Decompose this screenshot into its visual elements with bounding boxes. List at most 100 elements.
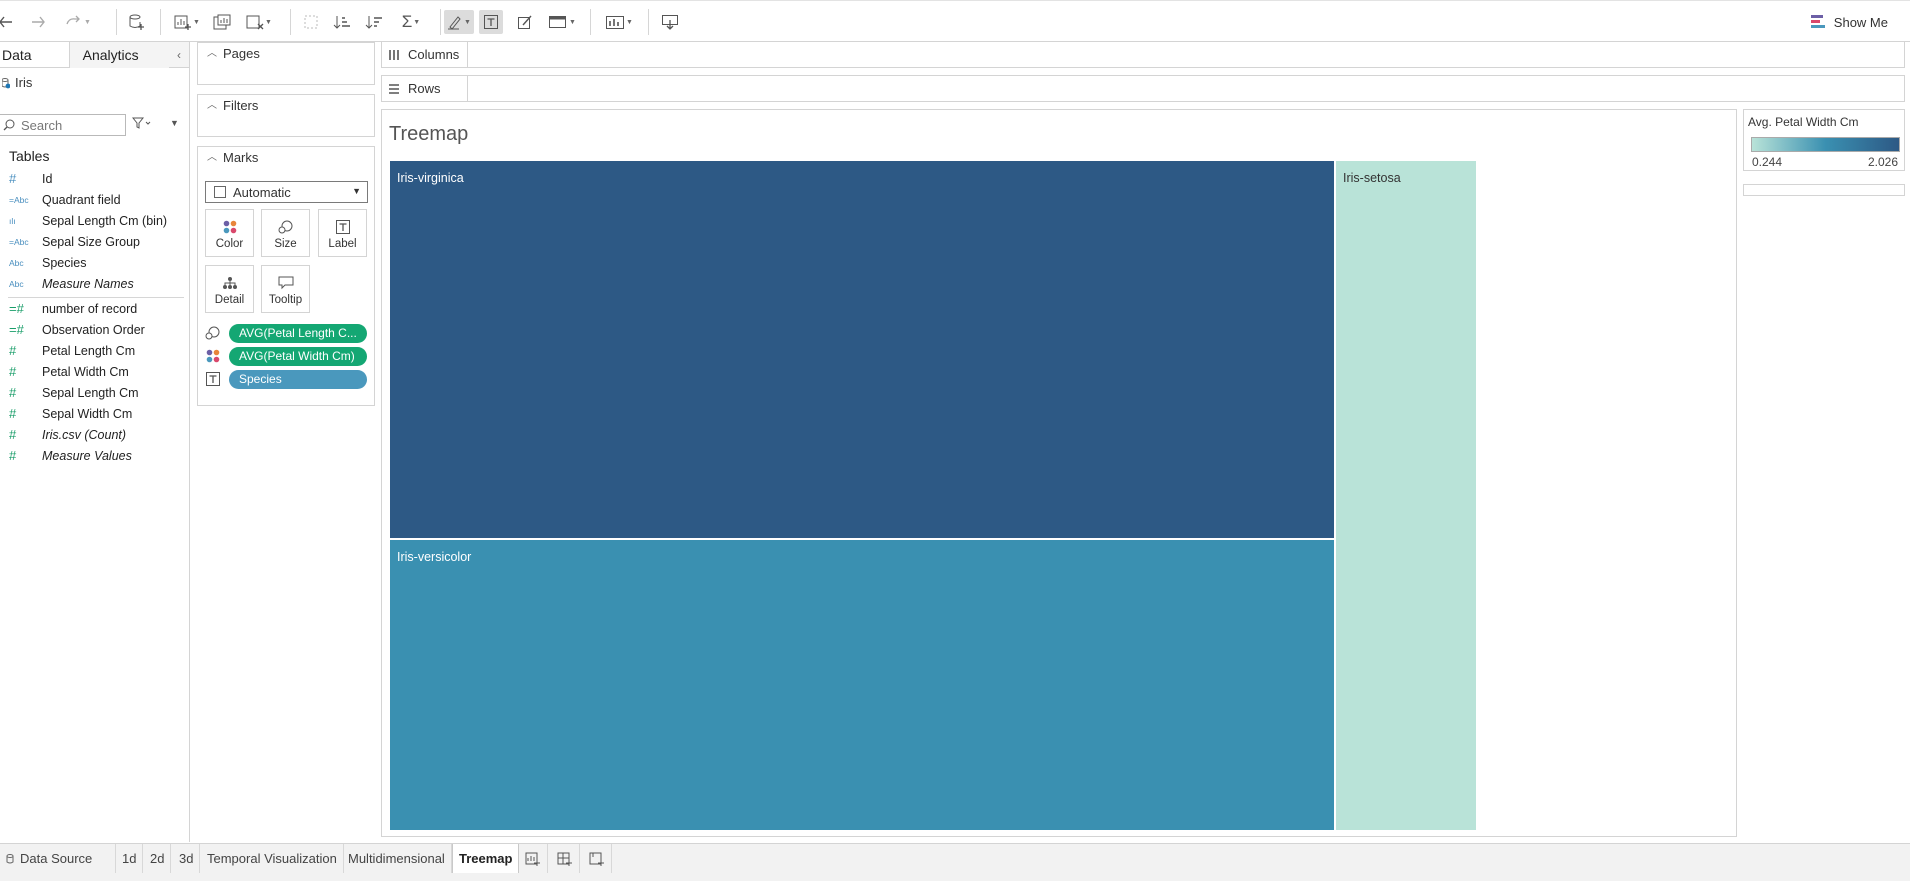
sheet-tab-3d[interactable]: 3d — [173, 844, 201, 873]
field-item[interactable]: Abc Measure Names — [0, 273, 190, 294]
new-worksheet-icon[interactable]: ▼ — [172, 10, 202, 34]
color-label: Color — [215, 238, 244, 250]
show-me-label: Show Me — [1833, 14, 1888, 30]
sheet-tab-multidimensional[interactable]: Multidimensional — [342, 844, 452, 873]
sort-ascending-icon[interactable] — [330, 10, 354, 34]
view-title: Treemap — [389, 123, 469, 145]
marks-title: Marks — [223, 150, 259, 165]
mark-type-select[interactable]: Automatic ▼ — [205, 181, 368, 203]
field-item[interactable]: ılı Sepal Length Cm (bin) — [0, 210, 190, 231]
size-pill[interactable]: AVG(Petal Length C... — [229, 323, 367, 343]
field-item[interactable]: # Id — [0, 168, 190, 189]
calculated-string-icon: =Abc — [9, 194, 29, 205]
sheet-tab-1d[interactable]: 1d — [116, 844, 144, 873]
presentation-mode-icon[interactable] — [658, 10, 682, 34]
label-encoding-icon — [206, 372, 220, 386]
highlight-icon[interactable]: ▼ — [444, 10, 474, 34]
color-icon — [223, 220, 236, 234]
replay-icon[interactable]: ▼ — [58, 10, 98, 34]
calculated-number-icon: =# — [9, 322, 24, 337]
data-source-tab[interactable]: Data Source — [0, 844, 116, 873]
treemap-tile[interactable]: Iris-virginica — [390, 161, 1335, 539]
legend-placeholder — [1743, 184, 1905, 196]
detail-button[interactable]: Detail — [205, 265, 254, 313]
label-button[interactable]: Label — [318, 209, 367, 257]
new-worksheet-tab-icon[interactable] — [518, 844, 548, 873]
collapse-pane-icon[interactable]: ‹ — [169, 42, 189, 67]
format-workbook-icon[interactable] — [513, 10, 537, 34]
treemap-chart: Iris-virginica Iris-versicolor Iris-seto… — [390, 161, 1476, 830]
tables-heading: Tables — [9, 148, 50, 164]
show-me-button[interactable]: Show Me — [1810, 11, 1888, 33]
new-story-tab-icon[interactable] — [582, 844, 612, 873]
collapse-chevron-icon[interactable]: ︿ — [207, 95, 217, 117]
collapse-chevron-icon[interactable]: ︿ — [207, 147, 217, 169]
pane-menu-icon[interactable]: ▼ — [170, 118, 179, 128]
label-label: Label — [328, 238, 357, 250]
tooltip-label: Tooltip — [268, 294, 303, 306]
filters-title: Filters — [223, 98, 259, 113]
new-data-source-icon[interactable] — [124, 10, 148, 34]
field-item[interactable]: Abc Species — [0, 252, 190, 273]
tab-analytics[interactable]: Analytics — [69, 42, 170, 68]
field-search-input[interactable]: Search — [0, 114, 126, 136]
field-item[interactable]: =# Observation Order — [0, 319, 190, 340]
new-dashboard-tab-icon[interactable] — [550, 844, 580, 873]
tab-data[interactable]: Data — [0, 42, 70, 68]
search-placeholder: Search — [21, 117, 63, 133]
field-item[interactable]: # Measure Values — [0, 445, 190, 466]
field-item[interactable]: =Abc Sepal Size Group — [0, 231, 190, 252]
field-item[interactable]: =Abc Quadrant field — [0, 189, 190, 210]
columns-shelf[interactable]: Columns — [381, 41, 1905, 68]
field-item[interactable]: # Iris.csv (Count) — [0, 424, 190, 445]
filter-fields-icon[interactable] — [131, 117, 152, 132]
treemap-tile[interactable]: Iris-versicolor — [390, 540, 1335, 830]
color-legend[interactable]: Avg. Petal Width Cm 0.244 2.026 — [1743, 109, 1905, 171]
collapse-chevron-icon[interactable]: ︿ — [207, 43, 217, 65]
color-button[interactable]: Color — [205, 209, 254, 257]
legend-max-value: 2.026 — [1867, 155, 1898, 169]
treemap-tile[interactable]: Iris-setosa — [1336, 161, 1476, 830]
totals-sigma-icon[interactable]: Σ ▼ — [396, 10, 426, 34]
database-icon — [6, 853, 14, 863]
field-item[interactable]: # Petal Length Cm — [0, 340, 190, 361]
detail-icon — [222, 277, 237, 289]
data-source-item[interactable]: Iris — [0, 68, 189, 98]
field-item[interactable]: # Sepal Length Cm — [0, 382, 190, 403]
swap-rows-columns-icon[interactable] — [300, 10, 324, 34]
legend-min-value: 0.244 — [1752, 155, 1783, 169]
tile-label: Iris-virginica — [397, 171, 464, 185]
size-label: Size — [274, 238, 297, 250]
show-mark-labels-icon[interactable] — [479, 10, 503, 34]
pages-card[interactable]: ︿ Pages — [197, 42, 375, 85]
size-encoding-icon — [205, 326, 220, 340]
filters-card[interactable]: ︿ Filters — [197, 94, 375, 137]
tooltip-icon — [278, 276, 293, 290]
color-pill[interactable]: AVG(Petal Width Cm) — [229, 346, 367, 366]
sheet-tab-treemap[interactable]: Treemap — [452, 844, 520, 873]
field-item[interactable]: # Petal Width Cm — [0, 361, 190, 382]
size-pill-row: AVG(Petal Length C... — [205, 323, 367, 343]
field-item[interactable]: # Sepal Width Cm — [0, 403, 190, 424]
rows-shelf[interactable]: Rows — [381, 75, 1905, 102]
size-button[interactable]: Size — [261, 209, 310, 257]
duplicate-sheet-icon[interactable] — [210, 10, 234, 34]
pages-title: Pages — [223, 46, 260, 61]
marks-card: ︿ Marks Automatic ▼ Color Size Label Det… — [197, 146, 375, 406]
sheet-tab-temporal[interactable]: Temporal Visualization — [201, 844, 344, 873]
legend-title: Avg. Petal Width Cm — [1748, 115, 1859, 129]
sheet-tab-2d[interactable]: 2d — [144, 844, 172, 873]
undo-icon[interactable] — [0, 10, 18, 34]
fit-view-icon[interactable]: ▼ — [545, 10, 579, 34]
calculated-number-icon: =# — [9, 301, 24, 316]
show-cards-icon[interactable]: ▼ — [602, 10, 636, 34]
sort-descending-icon[interactable] — [362, 10, 386, 34]
number-type-icon: # — [9, 171, 17, 186]
redo-icon[interactable] — [26, 10, 50, 34]
clear-sheet-icon[interactable]: ▼ — [244, 10, 274, 34]
field-item[interactable]: =# number of record — [0, 298, 190, 319]
label-pill[interactable]: Species — [229, 369, 367, 389]
label-icon — [335, 220, 350, 234]
tooltip-button[interactable]: Tooltip — [261, 265, 310, 313]
cards-column: ︿ Pages ︿ Filters ︿ Marks Automatic ▼ Co… — [196, 42, 376, 842]
